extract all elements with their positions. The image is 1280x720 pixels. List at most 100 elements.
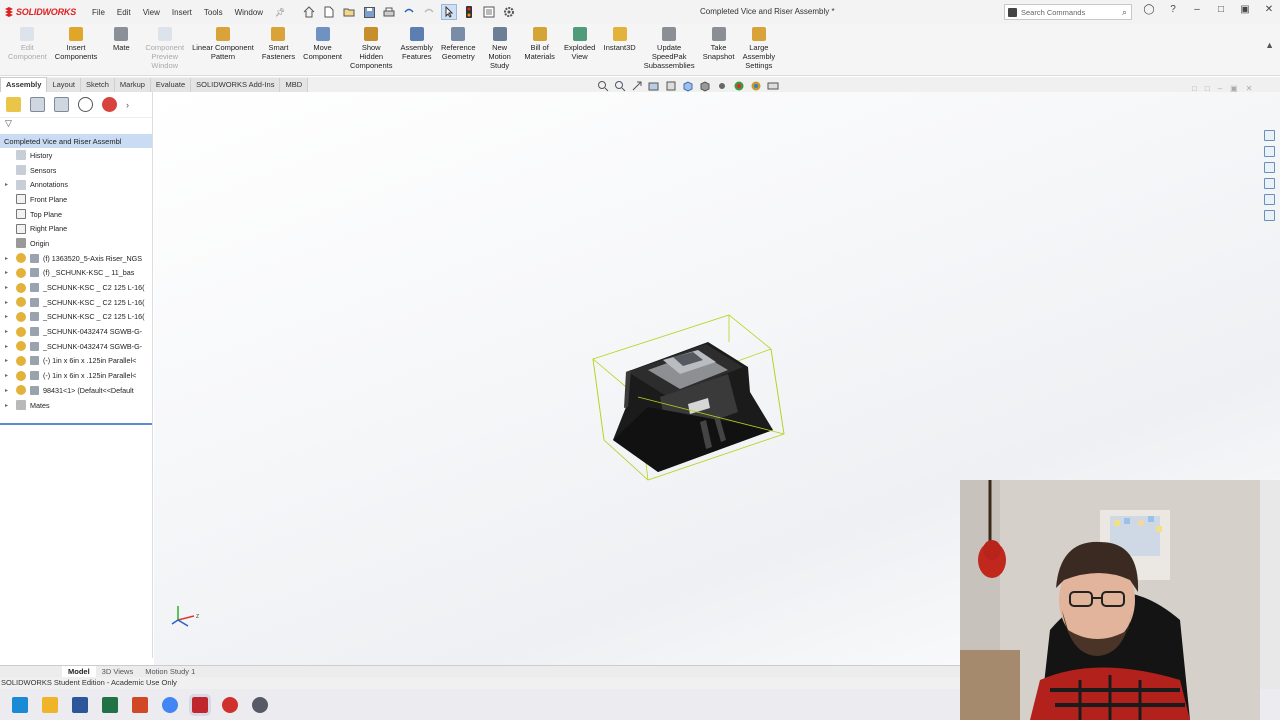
viewport-restore-icon[interactable]: ▣ bbox=[1230, 84, 1238, 93]
file-properties-icon[interactable] bbox=[481, 4, 497, 20]
tree-item[interactable]: ▸ Mates bbox=[0, 398, 152, 413]
solidworks-resources-icon[interactable] bbox=[1264, 130, 1275, 141]
expand-tabs-chevron-icon[interactable]: › bbox=[126, 100, 134, 110]
options-gear-icon[interactable] bbox=[501, 4, 517, 20]
home-icon[interactable] bbox=[301, 4, 317, 20]
tree-item[interactable]: ▸ _SCHUNK-0432474 SGWB-G- bbox=[0, 339, 152, 354]
tree-item[interactable]: ▸ Annotations bbox=[0, 177, 152, 192]
search-commands-field[interactable]: Search Commands ⌕ bbox=[1004, 4, 1132, 20]
expand-arrow-icon[interactable]: ▸ bbox=[5, 269, 13, 276]
tab-addins[interactable]: SOLIDWORKS Add-Ins bbox=[191, 78, 281, 92]
command-large-assembly-button[interactable]: Large Assembly Settings bbox=[739, 24, 780, 75]
appearances-icon[interactable] bbox=[1264, 194, 1275, 205]
view-palette-icon[interactable] bbox=[1264, 178, 1275, 189]
command-reference-geometry-button[interactable]: Reference Geometry bbox=[437, 24, 480, 75]
menu-insert[interactable]: Insert bbox=[166, 8, 198, 17]
search-scope-icon[interactable] bbox=[1008, 7, 1017, 17]
tree-item[interactable]: Front Plane bbox=[0, 192, 152, 207]
expand-arrow-icon[interactable]: ▸ bbox=[5, 284, 13, 291]
expand-arrow-icon[interactable]: ▸ bbox=[5, 328, 13, 335]
command-smart-fasteners-button[interactable]: Smart Fasteners bbox=[258, 24, 299, 75]
tree-root-assembly[interactable]: Completed Vice and Riser Assembl bbox=[0, 134, 152, 148]
tree-item[interactable]: ▸ _SCHUNK-0432474 SGWB-G- bbox=[0, 324, 152, 339]
apply-scene-icon[interactable] bbox=[750, 80, 762, 92]
command-snapshot-button[interactable]: Take Snapshot bbox=[699, 24, 739, 75]
tree-item[interactable]: Top Plane bbox=[0, 207, 152, 222]
solidworks-taskbar-icon[interactable] bbox=[189, 693, 211, 716]
configuration-manager-tab-icon[interactable] bbox=[54, 97, 69, 112]
menu-edit[interactable]: Edit bbox=[111, 8, 137, 17]
viewport-close-icon[interactable]: ✕ bbox=[1246, 84, 1253, 93]
menu-view[interactable]: View bbox=[137, 8, 166, 17]
zoom-to-fit-icon[interactable] bbox=[597, 80, 609, 92]
expand-arrow-icon[interactable]: ▸ bbox=[5, 343, 13, 350]
vice-assembly-model[interactable] bbox=[588, 312, 788, 482]
hide-show-items-icon[interactable] bbox=[716, 80, 728, 92]
close-icon[interactable]: ✕ bbox=[1262, 4, 1276, 15]
tree-item[interactable]: ▸ (f) 1363520_5-Axis Riser_NGS bbox=[0, 251, 152, 266]
section-view-icon[interactable] bbox=[648, 80, 660, 92]
file-explorer-icon[interactable] bbox=[42, 696, 58, 713]
tab-sketch[interactable]: Sketch bbox=[80, 78, 115, 92]
dimxpert-tab-icon[interactable] bbox=[78, 97, 93, 112]
traffic-light-icon[interactable] bbox=[461, 4, 477, 20]
help-icon[interactable]: ? bbox=[1166, 4, 1180, 15]
collapse-ribbon-icon[interactable]: ▲ bbox=[1265, 40, 1274, 50]
view-orientation-icon[interactable] bbox=[682, 80, 694, 92]
user-account-icon[interactable]: ◯ bbox=[1142, 4, 1156, 15]
expand-arrow-icon[interactable]: ▸ bbox=[5, 313, 13, 320]
chrome-icon[interactable] bbox=[162, 696, 178, 713]
tab-mbd[interactable]: MBD bbox=[280, 78, 309, 92]
tab-3d-views[interactable]: 3D Views bbox=[96, 666, 140, 677]
command-linear-pattern-button[interactable]: Linear Component Pattern bbox=[188, 24, 258, 75]
maximize-icon[interactable]: ▣ bbox=[1238, 4, 1252, 15]
open-icon[interactable] bbox=[341, 4, 357, 20]
tree-item[interactable]: ▸ (-) 1in x 6in x .125in Parallel< bbox=[0, 354, 152, 369]
undo-icon[interactable] bbox=[401, 4, 417, 20]
tab-markup[interactable]: Markup bbox=[114, 78, 151, 92]
design-library-icon[interactable] bbox=[1264, 146, 1275, 157]
command-bill-of-materials-button[interactable]: Bill of Materials bbox=[520, 24, 560, 75]
tree-item[interactable]: ▸ (f) _SCHUNK-KSC _ 11_bas bbox=[0, 266, 152, 281]
dynamic-annotation-icon[interactable] bbox=[665, 80, 677, 92]
tab-layout[interactable]: Layout bbox=[47, 78, 81, 92]
command-motion-study-button[interactable]: New Motion Study bbox=[480, 24, 520, 75]
expand-arrow-icon[interactable]: ▸ bbox=[5, 299, 13, 306]
display-style-icon[interactable] bbox=[699, 80, 711, 92]
tree-item[interactable]: Sensors bbox=[0, 163, 152, 178]
custom-properties-icon[interactable] bbox=[1264, 210, 1275, 221]
command-instant3d-button[interactable]: Instant3D bbox=[600, 24, 640, 75]
command-speedpak-button[interactable]: Update SpeedPak Subassemblies bbox=[640, 24, 699, 75]
excel-icon[interactable] bbox=[102, 696, 118, 713]
tree-item[interactable]: History bbox=[0, 148, 152, 163]
tree-item[interactable]: Origin bbox=[0, 236, 152, 251]
save-icon[interactable] bbox=[361, 4, 377, 20]
file-explorer-pane-icon[interactable] bbox=[1264, 162, 1275, 173]
expand-arrow-icon[interactable]: ▸ bbox=[5, 372, 13, 379]
tree-item[interactable]: ▸ _SCHUNK-KSC _ C2 125 L-16( bbox=[0, 295, 152, 310]
expand-arrow-icon[interactable]: ▸ bbox=[5, 387, 13, 394]
command-mate-button[interactable]: Mate bbox=[101, 24, 141, 75]
recorder-icon[interactable] bbox=[222, 696, 238, 713]
expand-arrow-icon[interactable]: ▸ bbox=[5, 402, 13, 409]
tab-evaluate[interactable]: Evaluate bbox=[150, 78, 192, 92]
command-exploded-view-button[interactable]: Exploded View bbox=[560, 24, 600, 75]
tree-item[interactable]: ▸ (-) 1in x 6in x .125in Parallel< bbox=[0, 368, 152, 383]
tree-item[interactable]: ▸ _SCHUNK-KSC _ C2 125 L-16( bbox=[0, 310, 152, 325]
menu-window[interactable]: Window bbox=[229, 8, 269, 17]
expand-arrow-icon[interactable]: ▸ bbox=[5, 357, 13, 364]
pin-icon[interactable]: 📌︎ bbox=[269, 8, 291, 17]
previous-view-icon[interactable] bbox=[631, 80, 643, 92]
menu-tools[interactable]: Tools bbox=[198, 8, 229, 17]
feature-tree-tab-icon[interactable] bbox=[6, 97, 21, 112]
settings-taskbar-icon[interactable] bbox=[252, 696, 268, 713]
tab-model[interactable]: Model bbox=[62, 666, 96, 677]
command-insert-components-button[interactable]: Insert Components bbox=[51, 24, 102, 75]
expand-arrow-icon[interactable]: ▸ bbox=[5, 255, 13, 262]
filter-icon[interactable]: ▽ bbox=[0, 118, 152, 132]
viewport-split-icon[interactable]: □ bbox=[1192, 84, 1197, 93]
view-settings-icon[interactable] bbox=[767, 80, 779, 92]
solidworks-logo[interactable]: SOLIDWORKS bbox=[0, 7, 86, 17]
tab-motion-study-1[interactable]: Motion Study 1 bbox=[139, 666, 201, 677]
select-icon[interactable] bbox=[441, 4, 458, 20]
